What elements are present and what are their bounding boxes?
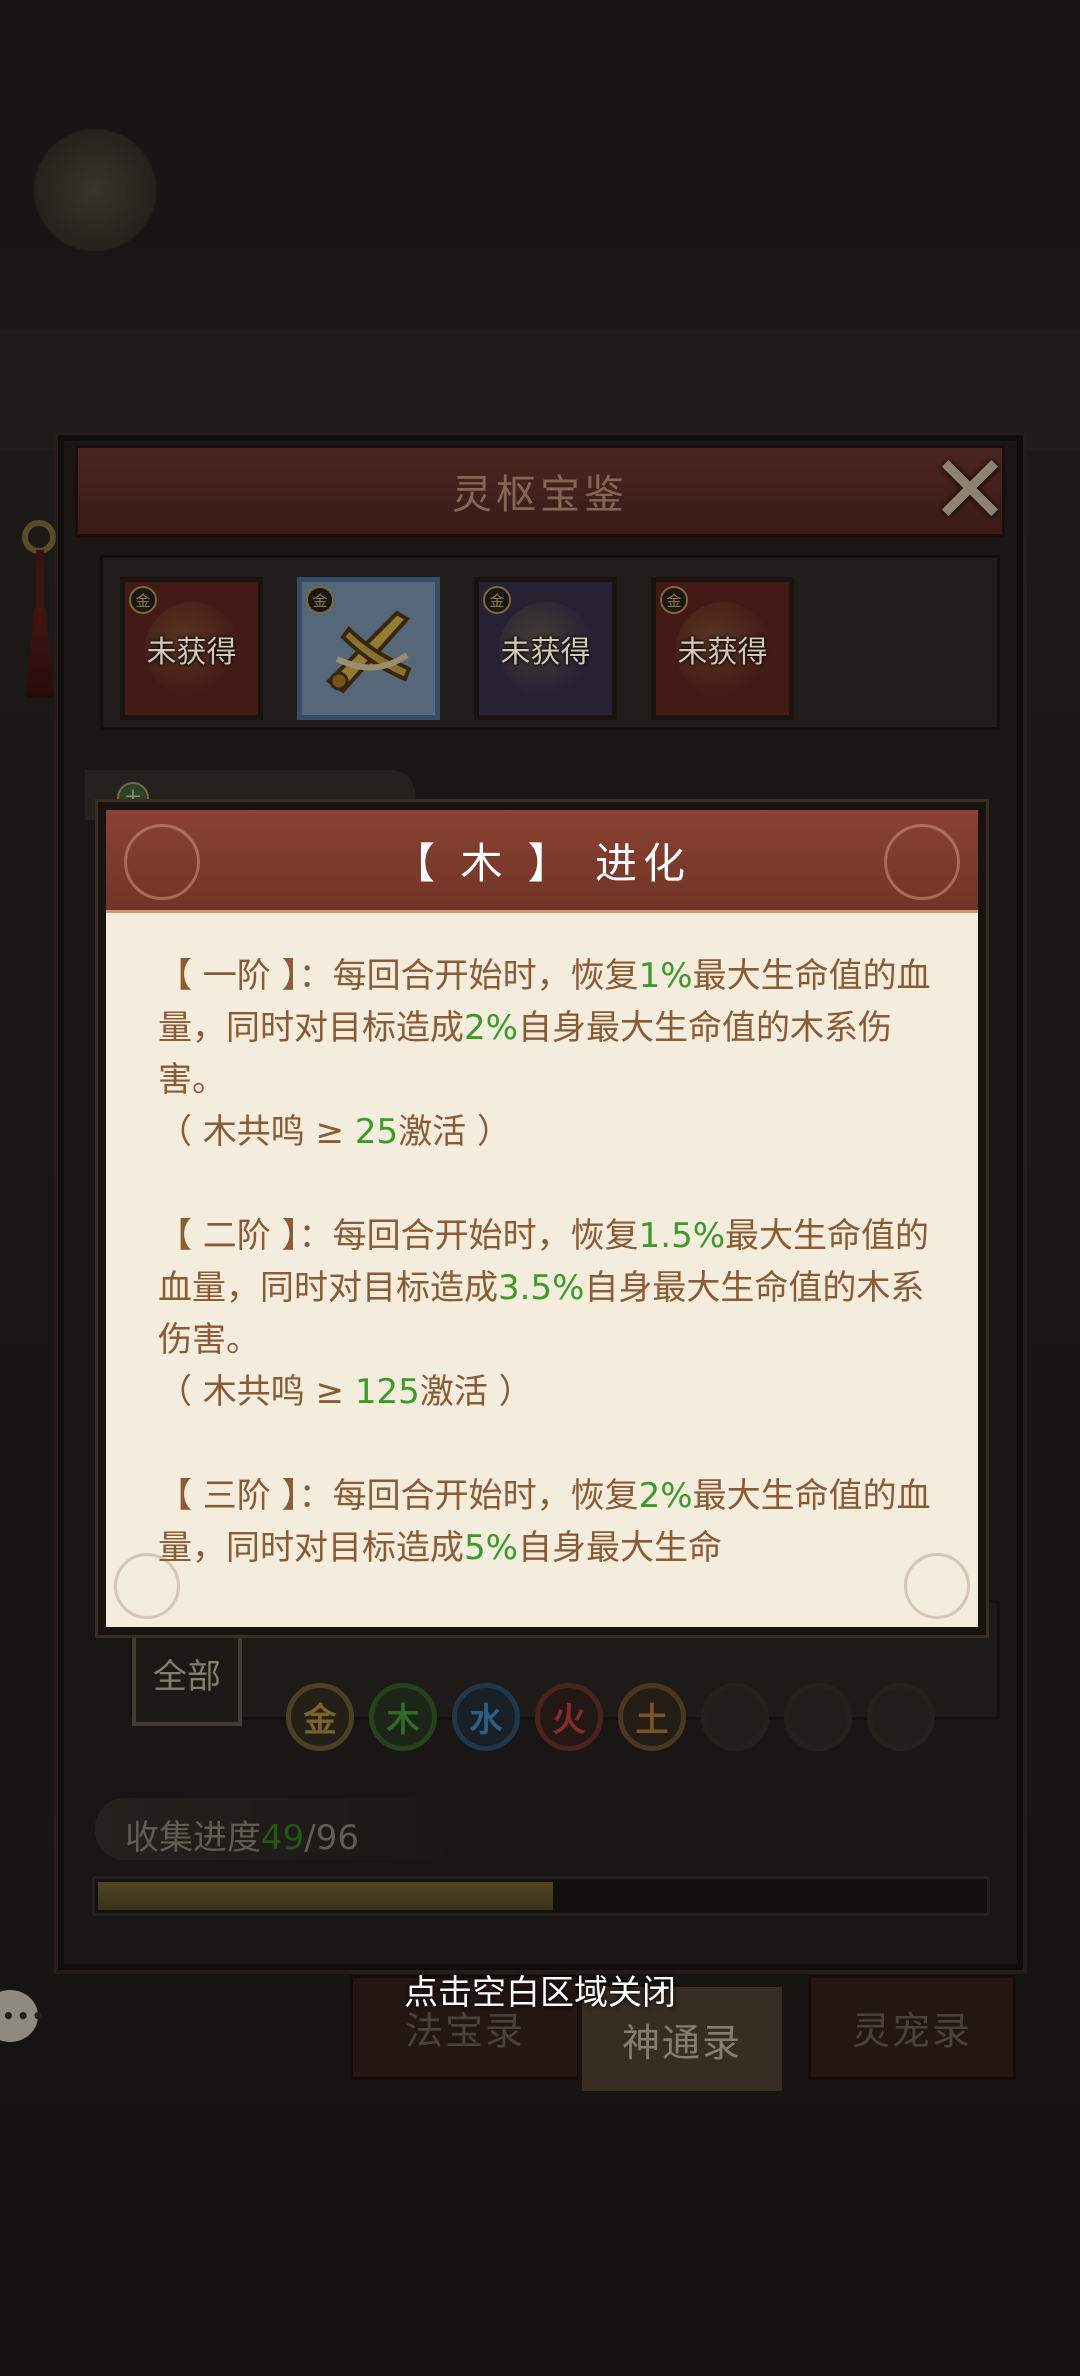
evolution-popup: 【 木 】 进化 【 一阶 】：每回合开始时，恢复1%最大生命值的血量，同时对目… [98, 802, 986, 1635]
not-obtained-label: 未获得 [500, 634, 591, 670]
tier-1-description: 【 一阶 】：每回合开始时，恢复1%最大生命值的血量，同时对目标造成2%自身最大… [158, 956, 931, 1152]
popup-title: 【 木 】 进化 [392, 838, 692, 888]
tier-2-description: 【 二阶 】：每回合开始时，恢复1.5%最大生命值的血量，同时对目标造成3.5%… [158, 1216, 930, 1412]
tier-3-description: 【 三阶 】：每回合开始时，恢复2%最大生命值的血量，同时对目标造成5%自身最大… [158, 1476, 931, 1568]
evolution-description[interactable]: 【 一阶 】：每回合开始时，恢复1%最大生命值的血量，同时对目标造成2%自身最大… [158, 950, 938, 1610]
not-obtained-label: 未获得 [146, 634, 237, 670]
not-obtained-label: 未获得 [677, 634, 768, 670]
tap-to-close-hint: 点击空白区域关闭 [404, 1973, 676, 2013]
popup-header: 【 木 】 进化 [106, 810, 978, 913]
